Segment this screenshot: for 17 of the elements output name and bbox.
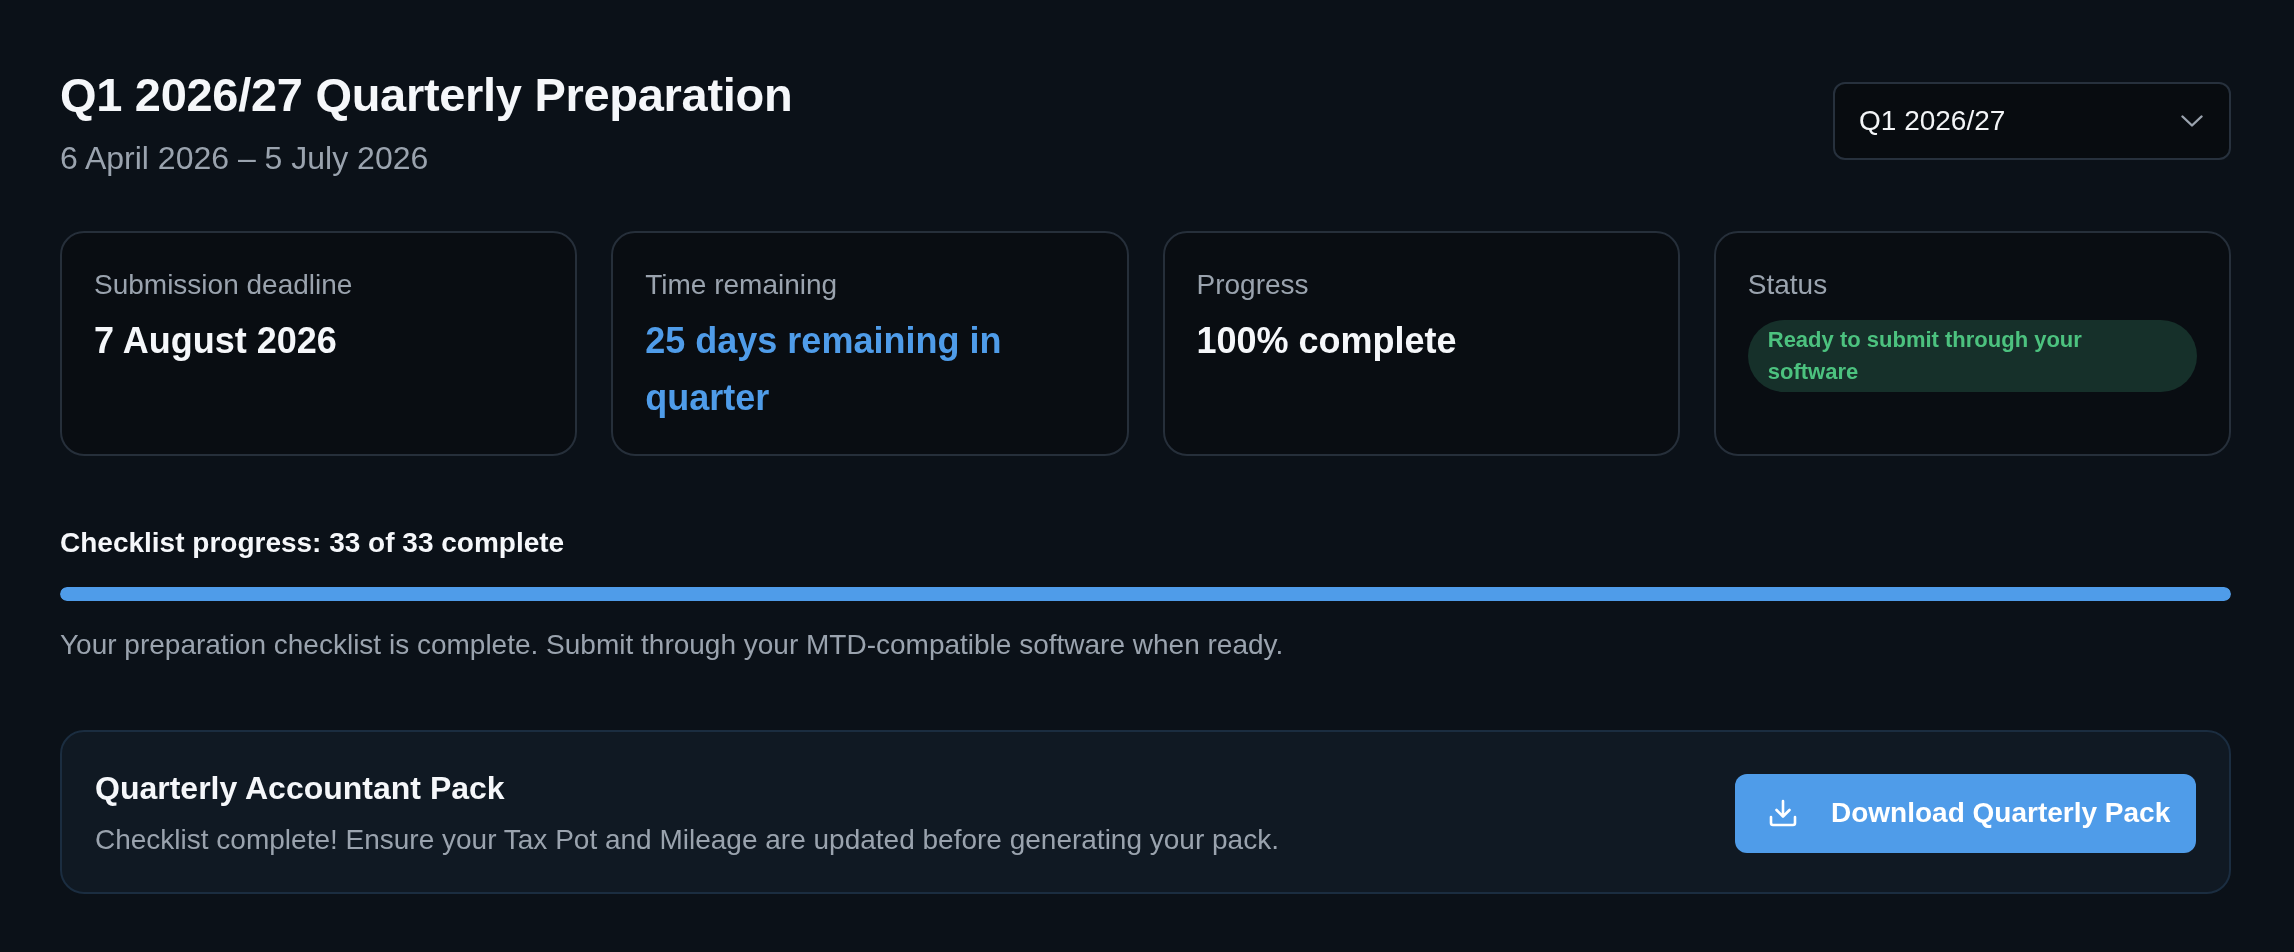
card-value: 25 days remaining in quarter: [645, 319, 1003, 420]
date-range: 6 April 2026 – 5 July 2026: [60, 139, 429, 178]
pack-description: Checklist complete! Ensure your Tax Pot and Mileage are updated before generating your pack.: [95, 823, 1279, 857]
status-badge: Ready to submit through your software: [1747, 320, 2197, 392]
card-label: Progress: [1196, 268, 1309, 302]
card-label: Time remaining: [645, 268, 838, 302]
download-icon: [1769, 799, 1797, 827]
pack-title: Quarterly Accountant Pack: [95, 769, 505, 808]
checklist-progress-label: Checklist progress: 33 of 33 complete: [60, 526, 565, 560]
card-label: Status: [1747, 268, 1828, 302]
quarter-select[interactable]: Q1 2026/27: [1833, 82, 2231, 160]
card-value: 7 August 2026: [94, 319, 337, 363]
checklist-note: Your preparation checklist is complete. Submit through your MTD-compatible software when ready.: [60, 628, 1284, 662]
card-value: 100% complete: [1196, 319, 1457, 363]
card-label: Submission deadline: [94, 268, 353, 302]
page-title: Q1 2026/27 Quarterly Preparation: [60, 67, 793, 123]
chevron-down-icon: [2181, 115, 2203, 127]
